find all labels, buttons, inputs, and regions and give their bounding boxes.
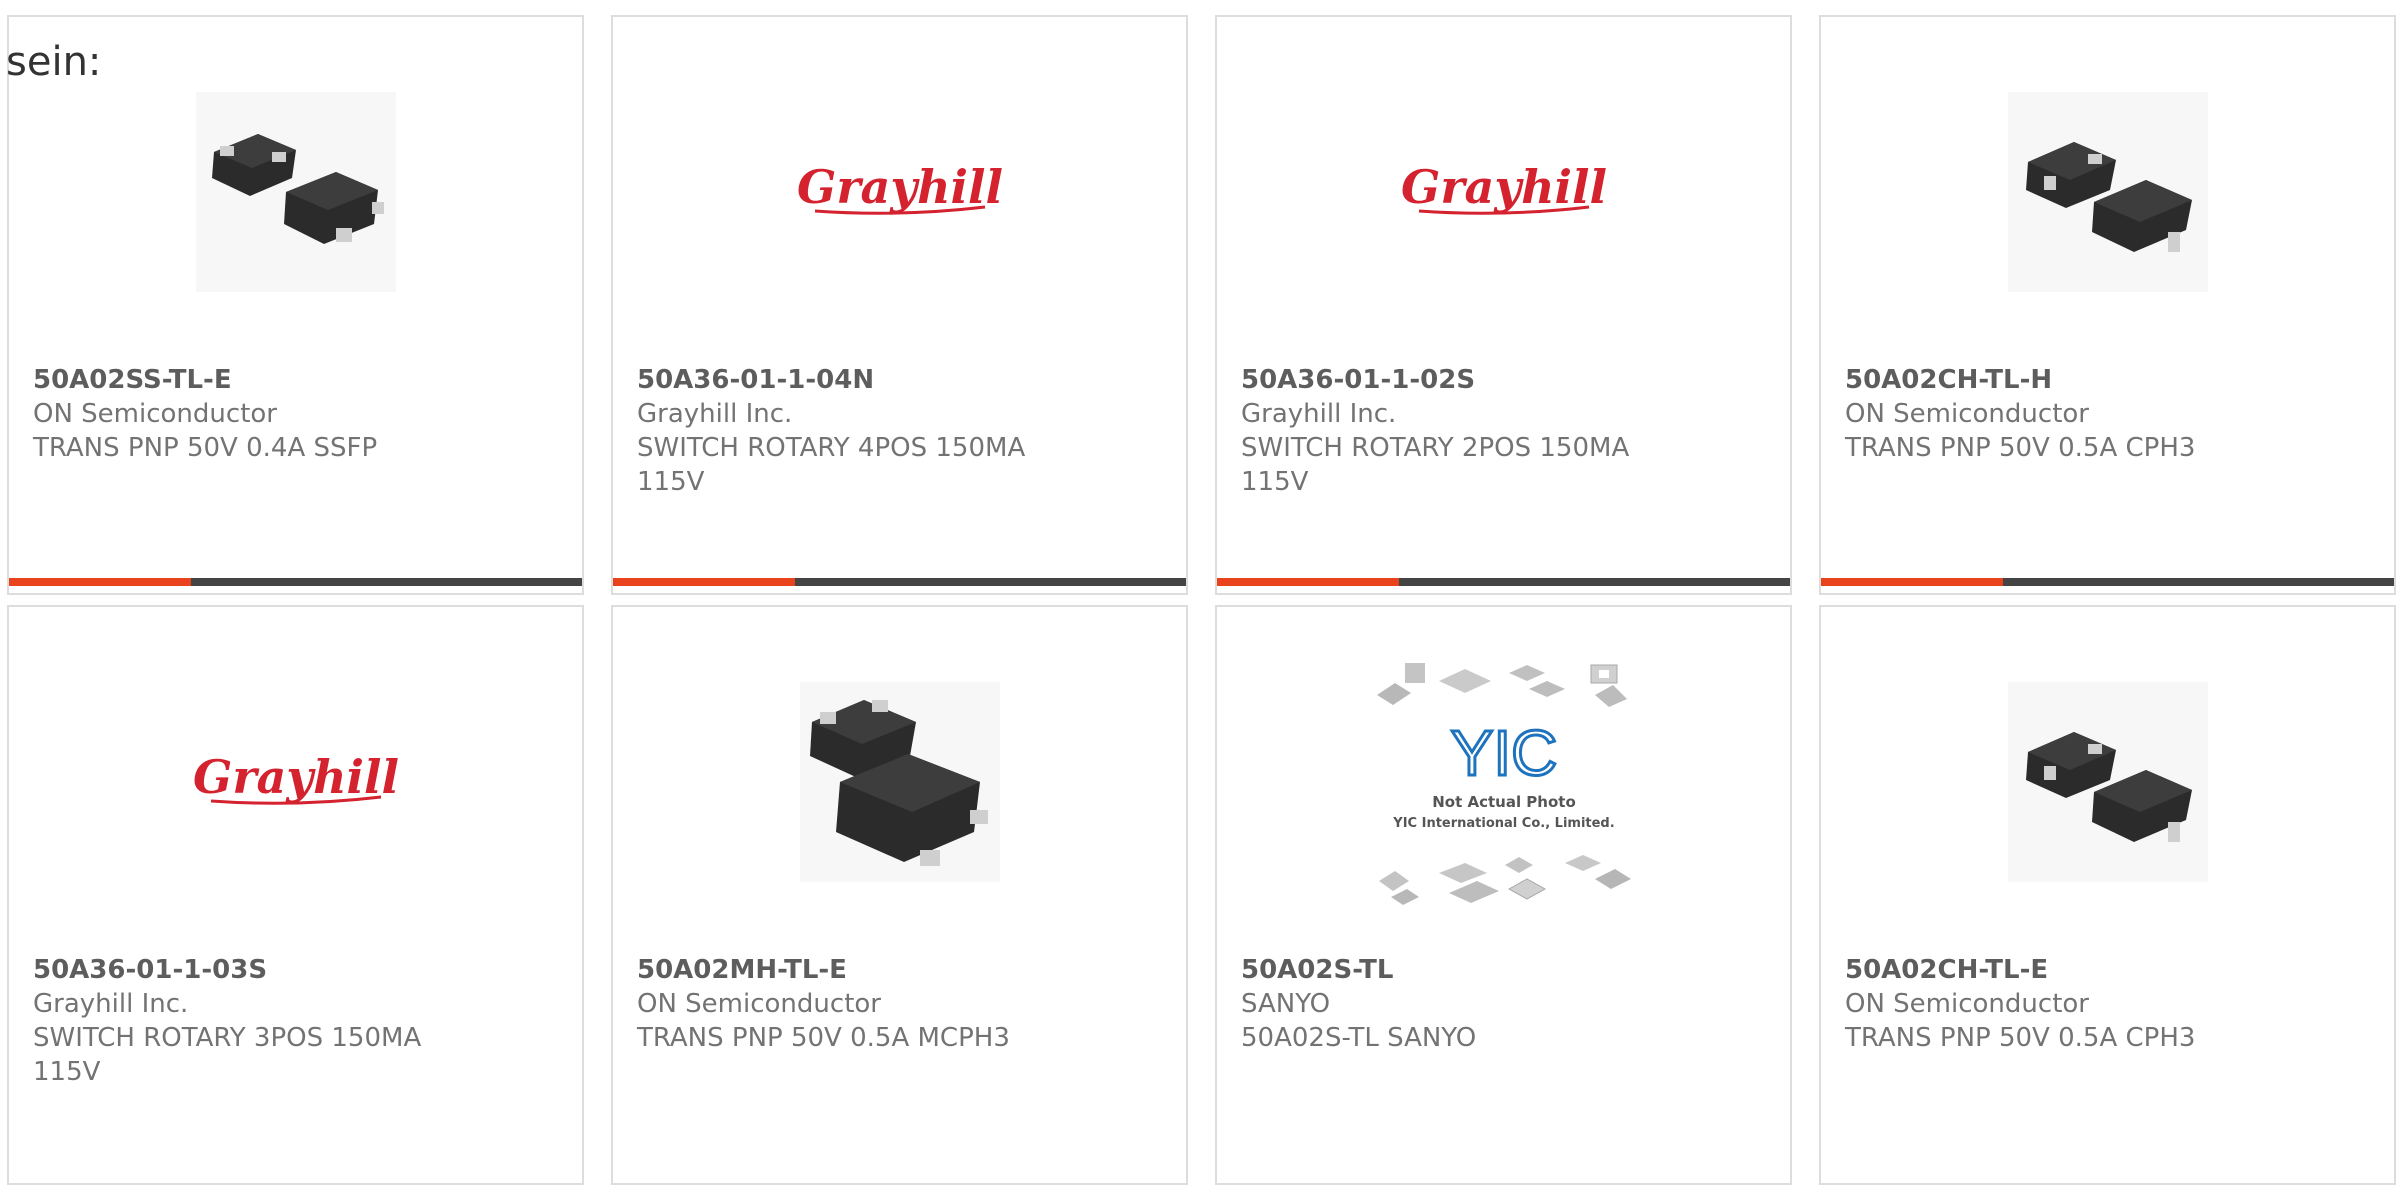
card-bar	[1821, 578, 2394, 586]
description: TRANS PNP 50V 0.5A CPH3	[1845, 1023, 2196, 1053]
manufacturer: SANYO	[1241, 989, 1331, 1019]
product-card[interactable]: 50A02MH-TL-E ON Semiconductor TRANS PNP …	[611, 605, 1188, 1185]
card-bar-accent	[613, 578, 795, 586]
part-number-link[interactable]: 50A36-01-1-03S	[33, 953, 566, 987]
yic-company-caption: YIC International Co., Limited.	[1392, 816, 1614, 831]
product-image[interactable]	[1821, 677, 2394, 887]
manufacturer: Grayhill Inc.	[637, 399, 793, 429]
transistor-package-image	[195, 92, 396, 292]
grayhill-logo-text: Grayhill	[1401, 160, 1607, 214]
product-card[interactable]: 50A02CH-TL-E ON Semiconductor TRANS PNP …	[1819, 605, 2396, 1185]
description: TRANS PNP 50V 0.5A MCPH3	[637, 1023, 1010, 1053]
part-number-link[interactable]: 50A36-01-1-02S	[1241, 363, 1774, 397]
card-bar-accent	[1821, 578, 2003, 586]
not-actual-photo-caption: Not Actual Photo	[1432, 793, 1576, 811]
part-number-link[interactable]: 50A36-01-1-04N	[637, 363, 1170, 397]
card-bar	[613, 578, 1186, 586]
part-number-link[interactable]: 50A02MH-TL-E	[637, 953, 1170, 987]
card-bar	[9, 578, 582, 586]
card-bar	[1217, 578, 1790, 586]
description: SWITCH ROTARY 4POS 150MA 115V	[637, 433, 1026, 497]
grayhill-logo: Grayhill	[1401, 160, 1607, 215]
product-card[interactable]: Grayhill 50A36-01-1-03S Grayhill Inc. SW…	[7, 605, 584, 1185]
transistor-package-image	[2007, 682, 2208, 882]
product-image[interactable]: YIC Not Actual Photo YIC International C…	[1217, 663, 1790, 905]
product-card[interactable]: Grayhill 50A36-01-1-04N Grayhill Inc. SW…	[611, 15, 1188, 595]
part-number-link[interactable]: 50A02CH-TL-E	[1845, 953, 2378, 987]
manufacturer: ON Semiconductor	[33, 399, 277, 429]
description: TRANS PNP 50V 0.4A SSFP	[33, 433, 378, 463]
grayhill-logo: Grayhill	[797, 160, 1003, 215]
product-image[interactable]	[9, 87, 582, 297]
product-image[interactable]: Grayhill	[9, 677, 582, 887]
product-card[interactable]: YIC Not Actual Photo YIC International C…	[1215, 605, 1792, 1185]
manufacturer: ON Semiconductor	[637, 989, 881, 1019]
part-number-link[interactable]: 50A02SS-TL-E	[33, 363, 566, 397]
transistor-package-image	[2007, 92, 2208, 292]
grayhill-logo-text: Grayhill	[193, 750, 399, 804]
product-card[interactable]: 50A02SS-TL-E ON Semiconductor TRANS PNP …	[7, 15, 584, 595]
description: SWITCH ROTARY 2POS 150MA 115V	[1241, 433, 1630, 497]
yic-logo-text: YIC	[1450, 717, 1557, 789]
card-bar-accent	[9, 578, 191, 586]
description: 50A02S-TL SANYO	[1241, 1023, 1477, 1053]
product-image[interactable]: Grayhill	[613, 87, 1186, 297]
card-bar-accent	[1217, 578, 1399, 586]
part-number-link[interactable]: 50A02S-TL	[1241, 953, 1774, 987]
grayhill-logo-text: Grayhill	[797, 160, 1003, 214]
manufacturer: Grayhill Inc.	[1241, 399, 1397, 429]
grayhill-logo: Grayhill	[193, 750, 399, 805]
product-image[interactable]: Grayhill	[1217, 87, 1790, 297]
yic-placeholder-image: YIC Not Actual Photo YIC International C…	[1376, 663, 1631, 905]
product-card[interactable]: 50A02CH-TL-H ON Semiconductor TRANS PNP …	[1819, 15, 2396, 595]
transistor-package-image	[799, 682, 1000, 882]
manufacturer: ON Semiconductor	[1845, 399, 2089, 429]
intro-text: sein:	[6, 39, 102, 85]
product-image[interactable]	[1821, 87, 2394, 297]
part-number-link[interactable]: 50A02CH-TL-H	[1845, 363, 2378, 397]
manufacturer: ON Semiconductor	[1845, 989, 2089, 1019]
product-image[interactable]	[613, 677, 1186, 887]
description: SWITCH ROTARY 3POS 150MA 115V	[33, 1023, 422, 1087]
manufacturer: Grayhill Inc.	[33, 989, 189, 1019]
product-card[interactable]: Grayhill 50A36-01-1-02S Grayhill Inc. SW…	[1215, 15, 1792, 595]
description: TRANS PNP 50V 0.5A CPH3	[1845, 433, 2196, 463]
